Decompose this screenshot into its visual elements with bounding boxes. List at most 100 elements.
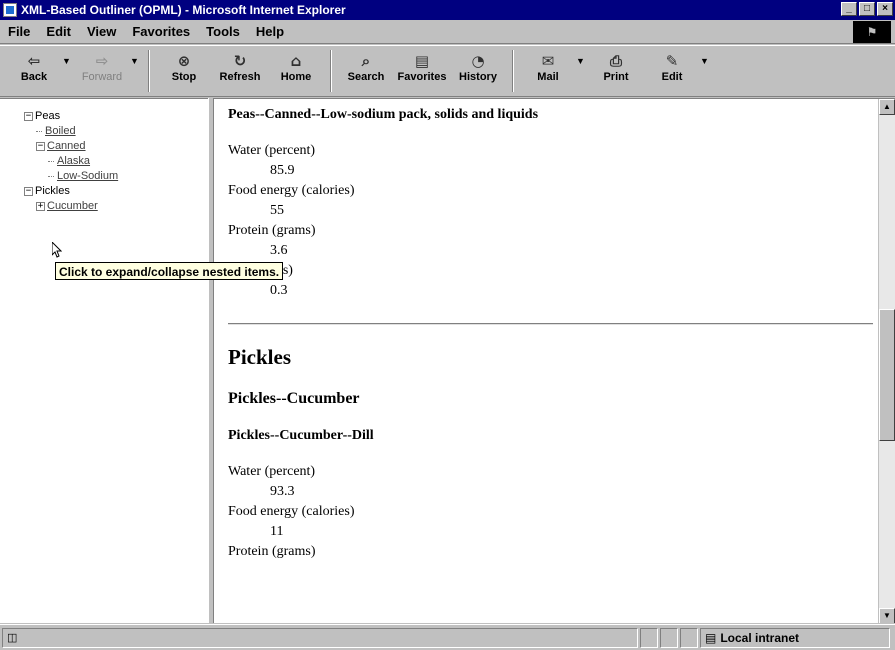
nutrition-list: Water (percent) 85.9 Food energy (calories… xyxy=(228,141,873,301)
nutrient-label: Protein (grams) xyxy=(228,544,316,559)
history-button[interactable]: ◔ History xyxy=(450,46,506,94)
menu-file[interactable]: File xyxy=(0,24,38,39)
nutrient-label: Protein (grams) xyxy=(228,223,316,238)
nutrient-value: 11 xyxy=(270,524,284,539)
expand-icon[interactable]: + xyxy=(36,202,45,211)
page-icon: ◫ xyxy=(7,632,18,644)
menu-help[interactable]: Help xyxy=(248,24,292,39)
mouse-cursor-icon xyxy=(52,242,62,258)
toolbar: ⇦ Back ▼ ⇨ Forward ▼ ⊗ Stop ↻ Refresh ⌂ Home ⌕ Search… xyxy=(0,45,895,97)
nutrient-label: Fat (grams) xyxy=(228,261,873,281)
print-label: Print xyxy=(603,71,629,83)
toolbar-separator xyxy=(512,50,514,92)
toolbar-separator xyxy=(148,50,150,92)
tree-item: − Peas xyxy=(24,109,118,124)
home-icon: ⌂ xyxy=(290,52,302,70)
back-arrow-icon: ⇦ xyxy=(27,52,41,70)
tree-item: Alaska xyxy=(24,154,118,169)
refresh-icon: ↻ xyxy=(233,52,247,70)
mail-icon: ✉ xyxy=(541,52,555,70)
collapse-icon[interactable]: − xyxy=(24,112,33,121)
mail-button[interactable]: ✉ Mail xyxy=(520,46,576,94)
refresh-label: Refresh xyxy=(219,71,261,83)
print-icon: ⎙ xyxy=(609,52,622,70)
back-button[interactable]: ⇦ Back xyxy=(6,46,62,94)
nutrient-value: 93.3 xyxy=(270,484,295,499)
subcategory-heading: Pickles--Cucumber xyxy=(228,390,360,407)
security-zone-panel: ▤ Local intranet xyxy=(700,627,890,648)
divider xyxy=(228,323,873,325)
favorites-button[interactable]: ▤ Favorites xyxy=(394,46,450,94)
edit-button[interactable]: ✎ Edit xyxy=(644,46,700,94)
tooltip: Click to expand/collapse nested items. xyxy=(55,262,284,280)
history-icon: ◔ xyxy=(471,52,485,70)
item-heading: Pickles--Cucumber--Dill xyxy=(228,428,374,443)
tree-link[interactable]: Alaska xyxy=(57,154,90,169)
vertical-scrollbar[interactable]: ▲ ▼ xyxy=(878,99,895,623)
dropdown-arrow-icon[interactable]: ▼ xyxy=(700,46,712,66)
collapse-icon[interactable]: − xyxy=(36,142,45,151)
stop-label: Stop xyxy=(171,71,197,83)
nutrient-value: 0.3 xyxy=(270,283,288,298)
tree-label: Pickles xyxy=(35,185,70,197)
refresh-button[interactable]: ↻ Refresh xyxy=(212,46,268,94)
search-label: Search xyxy=(347,71,385,83)
nutrient-value: 3.6 xyxy=(270,243,288,258)
windows-logo-icon: ⚑ xyxy=(853,21,891,43)
mail-label: Mail xyxy=(537,71,559,83)
tree-item: Low-Sodium xyxy=(24,169,118,184)
status-panel xyxy=(640,627,658,648)
tree-link[interactable]: Cucumber xyxy=(47,199,98,214)
security-zone-label: Local intranet xyxy=(720,630,800,645)
menu-edit[interactable]: Edit xyxy=(38,24,79,39)
outline-pane[interactable]: − Peas Boiled − Canned Alaska Low-Sodium − Pickl… xyxy=(0,98,208,623)
nutrient-label: Food energy (calories) xyxy=(228,183,355,198)
tree-link[interactable]: Canned xyxy=(47,139,86,154)
status-panel xyxy=(680,627,698,648)
forward-label: Forward xyxy=(81,71,123,83)
section-heading: Peas--Canned--Low-sodium pack, solids an… xyxy=(228,107,539,122)
search-button[interactable]: ⌕ Search xyxy=(338,46,394,94)
tree-link[interactable]: Boiled xyxy=(45,124,76,139)
tree-connector xyxy=(36,131,42,132)
dropdown-arrow-icon[interactable]: ▼ xyxy=(130,46,142,66)
content-pane[interactable]: Peas--Canned--Low-sodium pack, solids an… xyxy=(214,98,895,623)
dropdown-arrow-icon[interactable]: ▼ xyxy=(576,46,588,66)
content-body: Peas--Canned--Low-sodium pack, solids an… xyxy=(228,99,873,562)
status-panel xyxy=(660,627,678,648)
outline-tree: − Peas Boiled − Canned Alaska Low-Sodium − Pickl… xyxy=(24,109,118,214)
tree-connector xyxy=(48,176,54,177)
home-button[interactable]: ⌂ Home xyxy=(268,46,324,94)
nutrient-label: Food energy (calories) xyxy=(228,504,355,519)
menu-bar: File Edit View Favorites Tools Help ⚑ xyxy=(0,20,895,44)
nutrient-label: Water (percent) xyxy=(228,464,316,479)
category-heading: Pickles xyxy=(228,345,291,369)
search-icon: ⌕ xyxy=(361,52,371,70)
toolbar-separator xyxy=(330,50,332,92)
menu-favorites[interactable]: Favorites xyxy=(124,24,198,39)
print-button[interactable]: ⎙ Print xyxy=(588,46,644,94)
tree-item: Boiled xyxy=(24,124,118,139)
menu-tools[interactable]: Tools xyxy=(198,24,248,39)
tree-link[interactable]: Low-Sodium xyxy=(57,169,118,184)
status-bar: ◫ ▤ Local intranet xyxy=(0,624,895,650)
stop-button[interactable]: ⊗ Stop xyxy=(156,46,212,94)
close-button[interactable]: × xyxy=(877,2,893,16)
back-label: Back xyxy=(20,71,48,83)
dropdown-arrow-icon[interactable]: ▼ xyxy=(62,46,74,66)
stop-icon: ⊗ xyxy=(177,52,191,70)
window-controls: _ □ × xyxy=(841,2,893,16)
edit-label: Edit xyxy=(661,71,683,83)
tree-item: + Cucumber xyxy=(24,199,118,214)
minimize-button[interactable]: _ xyxy=(841,2,857,16)
maximize-button[interactable]: □ xyxy=(859,2,875,16)
scroll-down-icon[interactable]: ▼ xyxy=(879,608,895,623)
collapse-icon[interactable]: − xyxy=(24,187,33,196)
menu-view[interactable]: View xyxy=(79,24,124,39)
scroll-up-icon[interactable]: ▲ xyxy=(879,99,895,115)
nutrient-value: 85.9 xyxy=(270,163,295,178)
ie-app-icon[interactable] xyxy=(3,3,17,17)
home-label: Home xyxy=(280,71,312,83)
forward-button: ⇨ Forward xyxy=(74,46,130,94)
scroll-thumb[interactable] xyxy=(879,309,895,441)
